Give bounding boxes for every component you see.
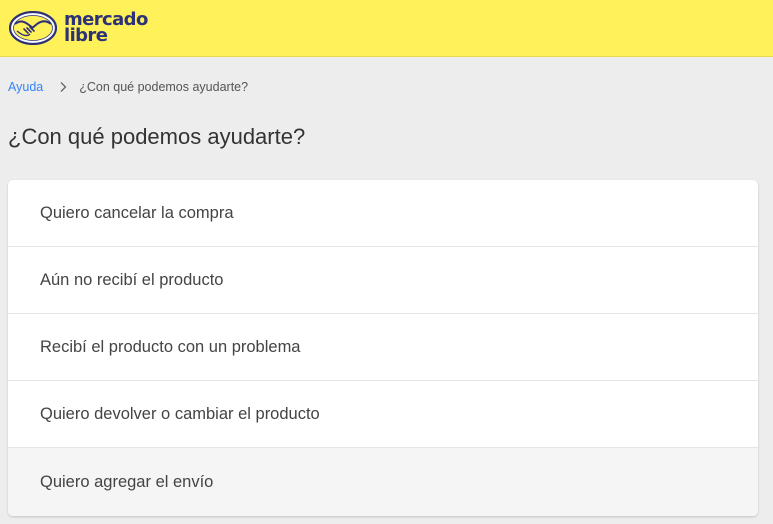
logo-text-line2: libre	[64, 25, 108, 46]
list-item-label: Quiero cancelar la compra	[40, 203, 234, 222]
list-item-not-received[interactable]: Aún no recibí el producto	[8, 247, 758, 314]
list-item-add-shipping[interactable]: Quiero agregar el envío	[8, 448, 758, 516]
list-item-return-exchange[interactable]: Quiero devolver o cambiar el producto	[8, 381, 758, 448]
list-item-product-problem[interactable]: Recibí el producto con un problema	[8, 314, 758, 381]
chevron-right-icon	[60, 82, 67, 92]
help-options-list: Quiero cancelar la compra Aún no recibí …	[8, 180, 758, 516]
breadcrumb: Ayuda ¿Con qué podemos ayudarte?	[8, 80, 248, 94]
mercadolibre-logo[interactable]: mercado libre	[9, 8, 148, 48]
top-header: mercado libre	[0, 0, 773, 57]
page-title: ¿Con qué podemos ayudarte?	[8, 124, 306, 149]
breadcrumb-current: ¿Con qué podemos ayudarte?	[79, 80, 249, 94]
logo-text: mercado libre	[64, 11, 148, 46]
list-item-label: Aún no recibí el producto	[40, 270, 224, 289]
handshake-icon	[9, 11, 57, 45]
list-item-label: Quiero agregar el envío	[40, 472, 214, 491]
list-item-label: Recibí el producto con un problema	[40, 337, 301, 356]
list-item-label: Quiero devolver o cambiar el producto	[40, 404, 320, 423]
breadcrumb-link-ayuda[interactable]: Ayuda	[8, 80, 43, 94]
list-item-cancel-purchase[interactable]: Quiero cancelar la compra	[8, 180, 758, 247]
